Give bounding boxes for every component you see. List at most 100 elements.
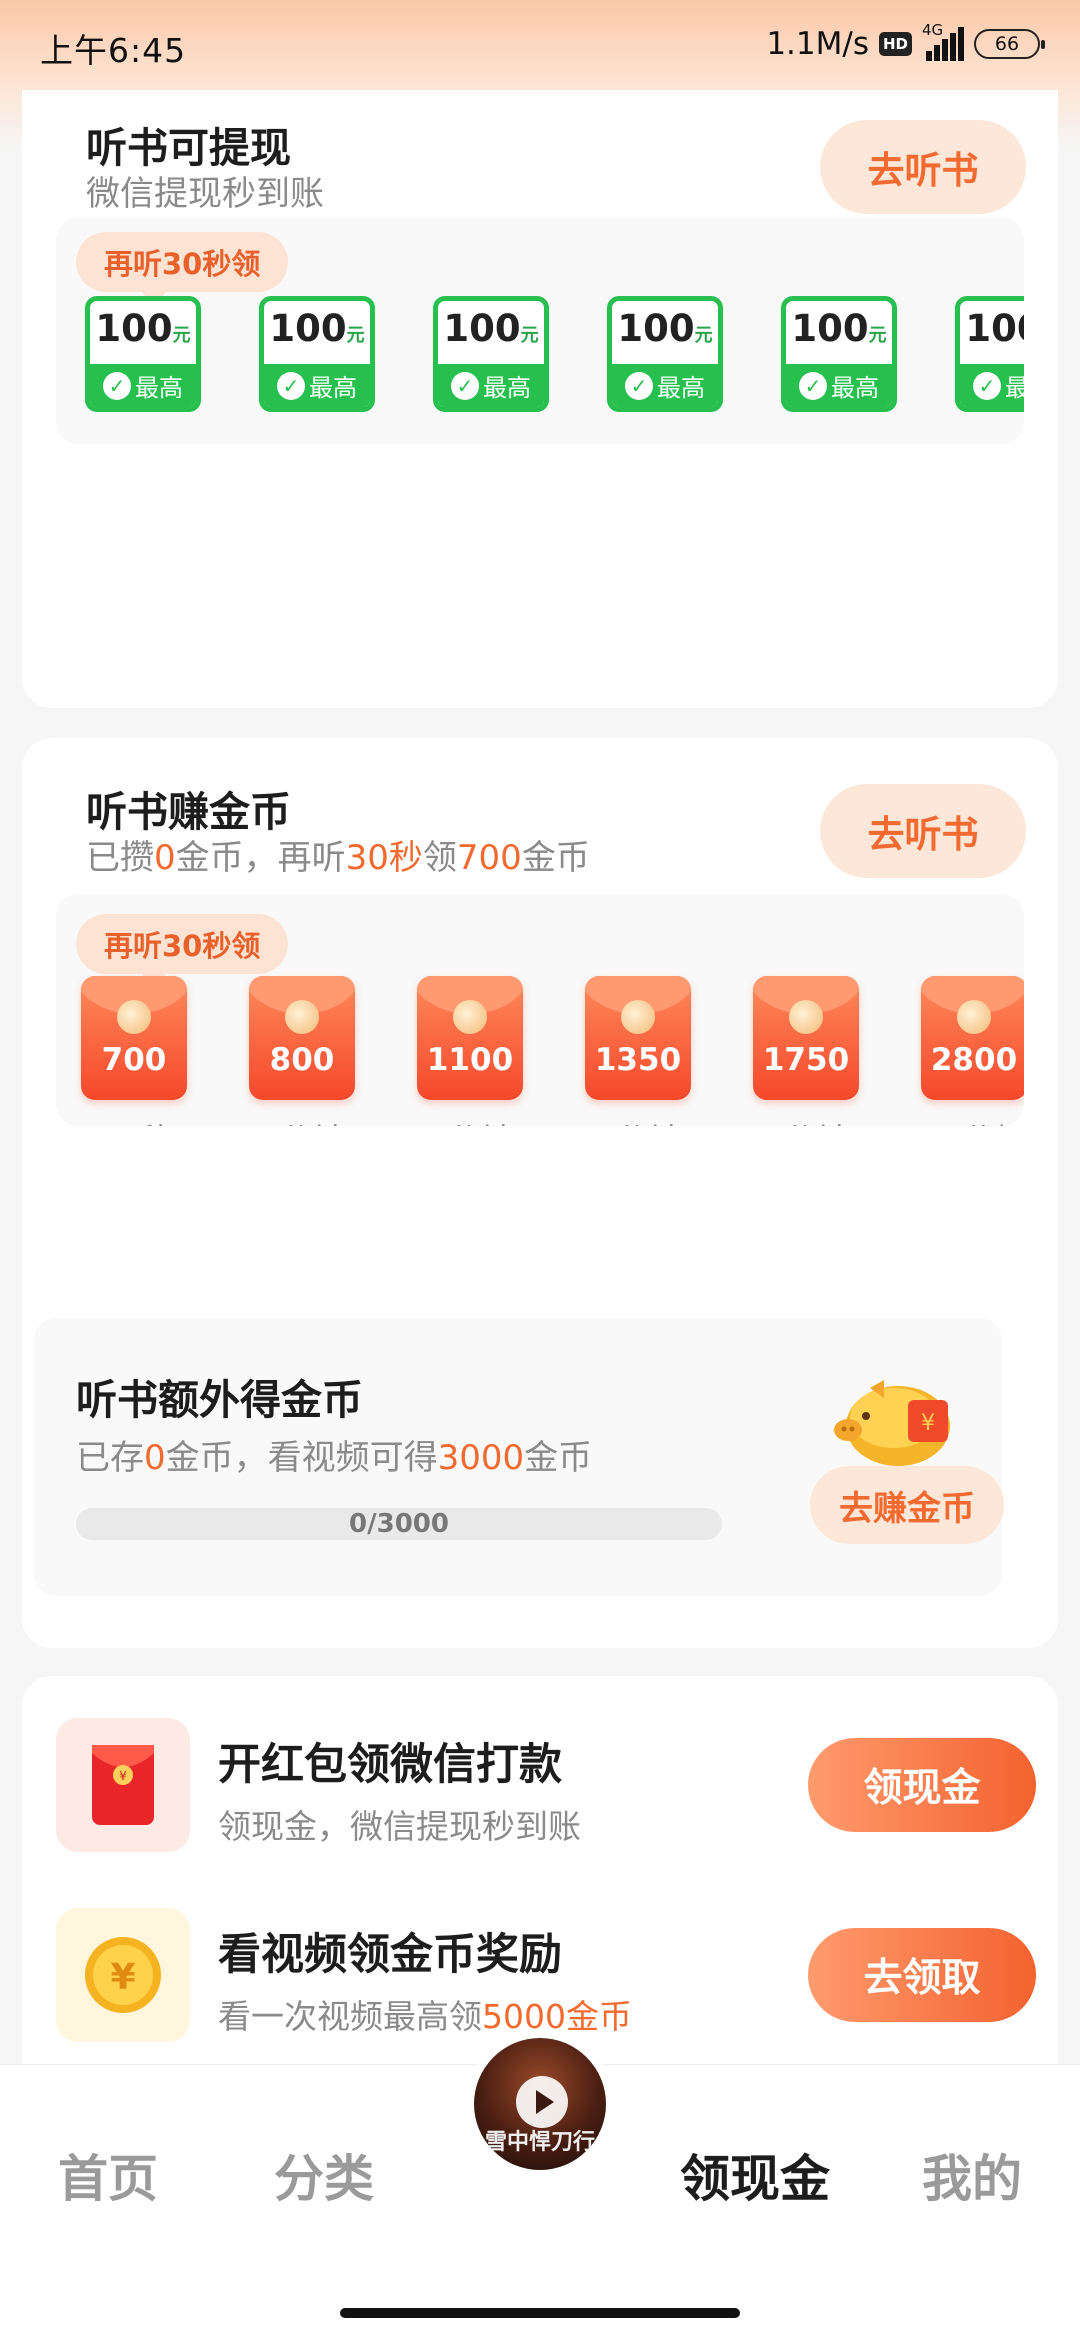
claim-reward-button[interactable]: 去领取 <box>808 1928 1036 2022</box>
battery-icon: 66 <box>974 29 1045 59</box>
task-title: 看视频领金币奖励 <box>218 1930 562 1980</box>
withdraw-card: 听书可提现 微信提现秒到账 去听书 再听30秒领 100元 ✓最高 30秒 10… <box>22 90 1058 708</box>
item-time: 10分钟 <box>959 434 1024 444</box>
svg-text:¥: ¥ <box>119 1769 127 1783</box>
nav-category[interactable]: 分类 <box>274 2139 374 2211</box>
signal-icon: 4G <box>922 21 964 61</box>
book-cover-title: 雪中悍刀行 <box>484 2130 595 2155</box>
cash-amount: 100 <box>95 307 173 350</box>
red-envelope-icon: 1750 <box>753 976 859 1100</box>
coins-title: 听书赚金币 <box>86 788 291 836</box>
wechat-cash-card: 100元 ✓最高 <box>607 296 723 412</box>
withdraw-item[interactable]: 100元 ✓最高 2分钟 <box>404 296 578 444</box>
coin-item[interactable]: 800 1分钟 <box>218 976 386 1126</box>
coin-value: 1750 <box>762 1042 850 1078</box>
extra-subtitle: 已存0金币，看视频可得3000金币 <box>76 1438 593 1478</box>
coin-item[interactable]: 1350 3分钟 <box>554 976 722 1126</box>
cash-amount: 100 <box>269 307 347 350</box>
withdraw-tip: 再听30秒领 <box>76 232 289 306</box>
item-time: 30秒 <box>97 1114 172 1126</box>
go-listen-button[interactable]: 去听书 <box>820 120 1026 214</box>
cash-amount: 100 <box>965 307 1024 350</box>
item-time: 5分钟 <box>763 1114 850 1126</box>
item-time: 3分钟 <box>595 1114 682 1126</box>
withdraw-item[interactable]: 100元 ✓最高 30秒 <box>56 296 230 444</box>
go-listen-coins-button[interactable]: 去听书 <box>820 784 1026 878</box>
network-type: 4G <box>922 21 944 39</box>
cash-label: 最高 <box>1005 368 1024 403</box>
withdraw-item[interactable]: 100元 ✓最高 10分钟 <box>926 296 1024 444</box>
item-time: 1分钟 <box>259 1114 346 1126</box>
cash-amount: 100 <box>617 307 695 350</box>
wechat-cash-card: 100元 ✓最高 <box>781 296 897 412</box>
nav-get-cash[interactable]: 领现金 <box>680 2139 830 2211</box>
coin-value: 700 <box>101 1042 167 1078</box>
item-time: 3分钟 <box>622 434 709 444</box>
coins-panel: 再听30秒领 700 30秒 800 1分钟 1100 2分钟 1350 3分钟… <box>56 894 1024 1126</box>
coin-item[interactable]: 2800 10分钟 <box>890 976 1024 1126</box>
nav-mine[interactable]: 我的 <box>922 2139 1022 2211</box>
cash-unit: 元 <box>346 325 365 346</box>
coin-value: 800 <box>269 1042 335 1078</box>
extra-title: 听书额外得金币 <box>76 1376 363 1424</box>
wechat-check-icon: ✓ <box>277 371 305 400</box>
status-bar: 上午6:45 1.1M/s HD 4G 66 <box>0 0 1080 90</box>
network-speed: 1.1M/s <box>766 26 869 62</box>
withdraw-panel: 再听30秒领 100元 ✓最高 30秒 100元 ✓最高 1分钟 100元 ✓ <box>56 218 1024 444</box>
withdraw-item[interactable]: 100元 ✓最高 3分钟 <box>578 296 752 444</box>
cash-unit: 元 <box>694 325 713 346</box>
cash-unit: 元 <box>172 325 191 346</box>
coins-items: 700 30秒 800 1分钟 1100 2分钟 1350 3分钟 1750 5… <box>56 976 1024 1126</box>
now-playing-button[interactable]: 雪中悍刀行 <box>466 2030 614 2178</box>
task-subtitle: 领现金，微信提现秒到账 <box>218 1807 581 1846</box>
wechat-cash-card: 100元 ✓最高 <box>259 296 375 412</box>
item-time: 1分钟 <box>274 434 361 444</box>
cash-label: 最高 <box>309 374 357 402</box>
svg-text:¥: ¥ <box>921 1411 935 1436</box>
task-title: 开红包领微信打款 <box>218 1740 562 1790</box>
cash-unit: 元 <box>868 325 887 346</box>
cash-amount: 100 <box>443 307 521 350</box>
coin-item[interactable]: 700 30秒 <box>56 976 218 1126</box>
coins-subtitle: 已攒0金币，再听30秒领700金币 <box>86 838 590 878</box>
withdraw-item[interactable]: 100元 ✓最高 1分钟 <box>230 296 404 444</box>
home-indicator[interactable] <box>340 2308 740 2318</box>
coin-value: 1100 <box>426 1042 514 1078</box>
cash-label: 最高 <box>657 374 705 402</box>
item-time: 2分钟 <box>427 1114 514 1126</box>
wechat-check-icon: ✓ <box>625 371 653 400</box>
play-icon <box>516 2076 568 2128</box>
cash-label: 最高 <box>831 374 879 402</box>
item-time: 2分钟 <box>448 434 535 444</box>
get-cash-button[interactable]: 领现金 <box>808 1738 1036 1832</box>
hd-icon: HD <box>878 32 912 56</box>
item-time: 10分钟 <box>920 1114 1024 1126</box>
earn-coins-button[interactable]: 去赚金币 <box>810 1466 1004 1544</box>
withdraw-subtitle: 微信提现秒到账 <box>86 174 324 214</box>
wechat-check-icon: ✓ <box>103 371 131 400</box>
piggy-bank-icon: ¥ <box>834 1380 950 1466</box>
nav-home[interactable]: 首页 <box>58 2139 158 2211</box>
red-envelope-icon: ¥ <box>56 1718 190 1852</box>
book-cover: 雪中悍刀行 <box>474 2038 606 2170</box>
withdraw-item[interactable]: 100元 ✓最高 5分钟 <box>752 296 926 444</box>
red-envelope-icon: 800 <box>249 976 355 1100</box>
coin-value: 2800 <box>930 1042 1018 1078</box>
red-envelope-icon: 2800 <box>921 976 1024 1100</box>
battery-level: 66 <box>994 33 1020 55</box>
withdraw-title: 听书可提现 <box>86 124 291 172</box>
gold-coin-icon: ¥ <box>56 1908 190 2042</box>
cash-label: 最高 <box>483 374 531 402</box>
progress-text: 0/3000 <box>349 1509 449 1539</box>
red-envelope-icon: 1100 <box>417 976 523 1100</box>
wechat-cash-card: 100元 ✓最高 <box>85 296 201 412</box>
coin-item[interactable]: 1100 2分钟 <box>386 976 554 1126</box>
status-time: 上午6:45 <box>40 31 187 70</box>
withdraw-items: 100元 ✓最高 30秒 100元 ✓最高 1分钟 100元 ✓最高 2分钟 <box>56 296 1024 444</box>
cash-label: 最高 <box>135 374 183 402</box>
item-time: 5分钟 <box>796 434 883 444</box>
red-envelope-icon: 1350 <box>585 976 691 1100</box>
coin-item[interactable]: 1750 5分钟 <box>722 976 890 1126</box>
item-time: 30秒 <box>106 434 181 444</box>
task-subtitle: 看一次视频最高领5000金币 <box>218 1997 632 2036</box>
